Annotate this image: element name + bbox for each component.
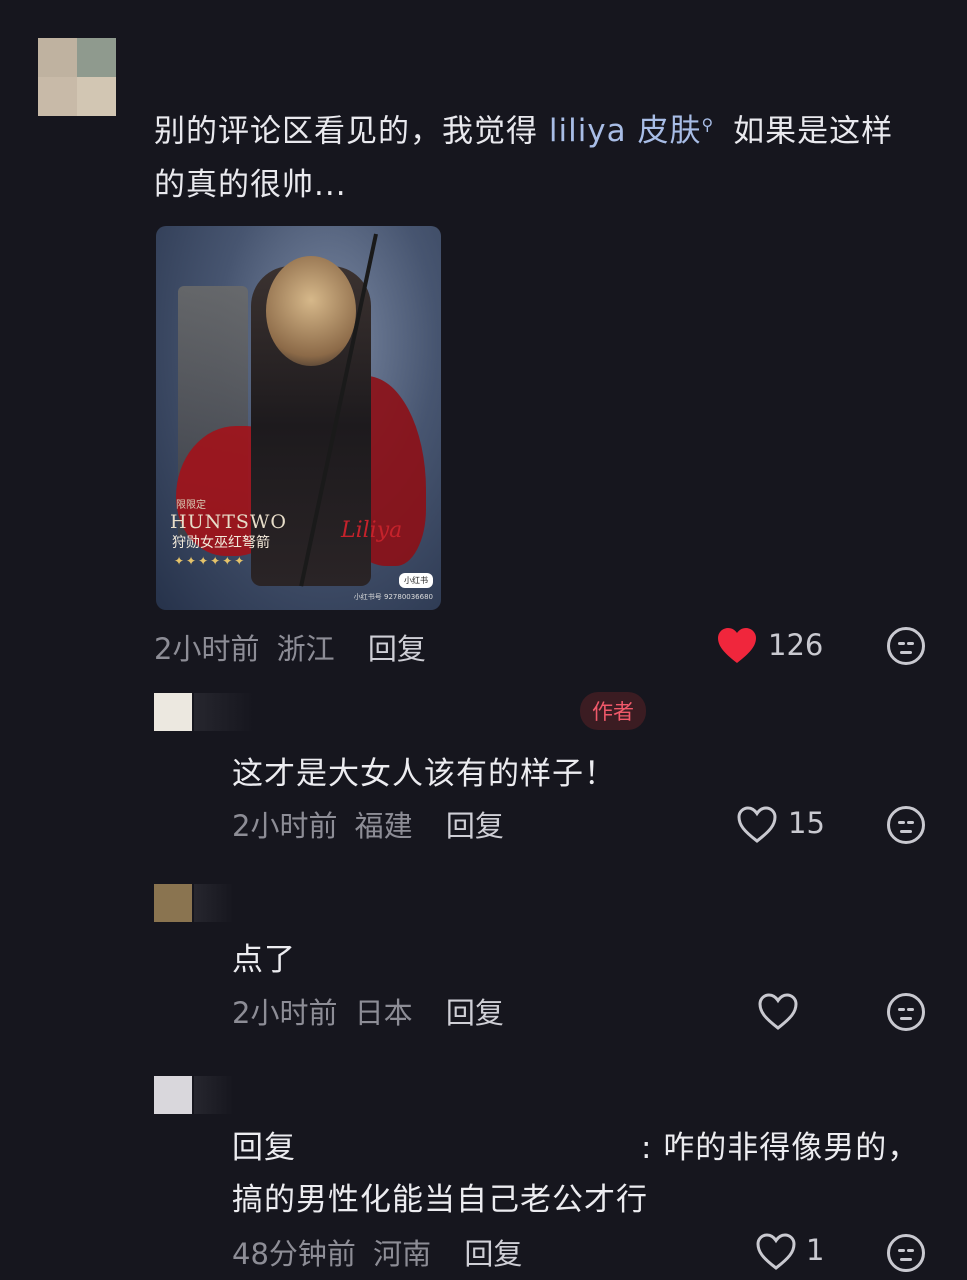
reply-time: 48分钟前 [232,1237,356,1271]
reply-text-line2: 搞的男性化能当自己老公才行 [232,1182,648,1218]
watermark-badge: 小红书 [399,573,433,588]
comment-image[interactable]: 限限定 HUNTSWO 狩勋女巫红弩箭 ✦✦✦✦✦✦ Liliya 小红书 小红… [156,226,441,610]
reply-location: 日本 [354,996,413,1030]
blurred-username [194,884,234,922]
comment-time: 2小时前 [154,632,260,666]
reply-meta: 2小时前 福建 回复 [232,803,504,845]
reply-text: 点了 [232,942,296,978]
reply-time: 2小时前 [232,996,338,1030]
reply-prefix: 回复 [232,1130,296,1166]
like-count: 15 [788,806,825,840]
search-link[interactable]: liliya 皮肤⚲ [549,113,722,149]
heart-filled-icon[interactable] [716,626,758,666]
comment-meta: 2小时前 浙江 回复 [154,626,426,668]
search-icon: ⚲ [701,115,715,134]
like-count: 1 [806,1233,825,1267]
artwork-signature: Liliya [341,518,403,543]
reply-button[interactable]: 回复 [368,632,426,666]
emoji-reaction-icon[interactable] [887,993,925,1031]
artwork-top-label: 限限定 [176,500,206,511]
reply-avatar[interactable] [154,693,192,731]
emoji-reaction-icon[interactable] [887,627,925,665]
reply-location: 福建 [354,809,413,843]
blurred-username [194,693,254,731]
heart-outline-icon[interactable] [757,992,799,1032]
reply-meta: 2小时前 日本 回复 [232,990,504,1032]
artwork-hair [266,256,356,366]
main-comment-text: 别的评论区看见的，我觉得 liliya 皮肤⚲ 如果是这样的真的很帅... [154,98,924,212]
reply-button[interactable]: 回复 [446,809,504,843]
like-count: 126 [768,628,824,662]
emoji-reaction-icon[interactable] [887,1234,925,1272]
reply-meta: 48分钟前 河南 回复 [232,1231,522,1273]
commenter-avatar[interactable] [38,38,116,116]
reply-time: 2小时前 [232,809,338,843]
emoji-reaction-icon[interactable] [887,806,925,844]
search-link-label: liliya 皮肤 [548,113,702,150]
author-tag: 作者 [580,692,646,730]
watermark-footer: 小红书号 92780036680 [353,593,433,601]
artwork-stars: ✦✦✦✦✦✦ [174,554,247,568]
reply-button[interactable]: 回复 [464,1237,522,1271]
reply-text-line1: : 咋的非得像男的， [641,1130,920,1166]
reply-location: 河南 [373,1237,432,1271]
heart-outline-icon[interactable] [736,805,778,845]
reply-text: 这才是大女人该有的样子！ [232,756,616,792]
heart-outline-icon[interactable] [755,1232,797,1272]
reply-text: 回复 : 咋的非得像男的， [232,1122,919,1167]
artwork-subtitle: 狩勋女巫红弩箭 [172,535,270,551]
comment-location: 浙江 [276,632,335,666]
reply-avatar[interactable] [154,884,192,922]
reply-button[interactable]: 回复 [446,996,504,1030]
artwork-title: HUNTSWO [170,511,288,533]
reply-avatar[interactable] [154,1076,192,1114]
comment-text-part: 别的评论区看见的，我觉得 [154,113,549,150]
blurred-username [194,1076,234,1114]
